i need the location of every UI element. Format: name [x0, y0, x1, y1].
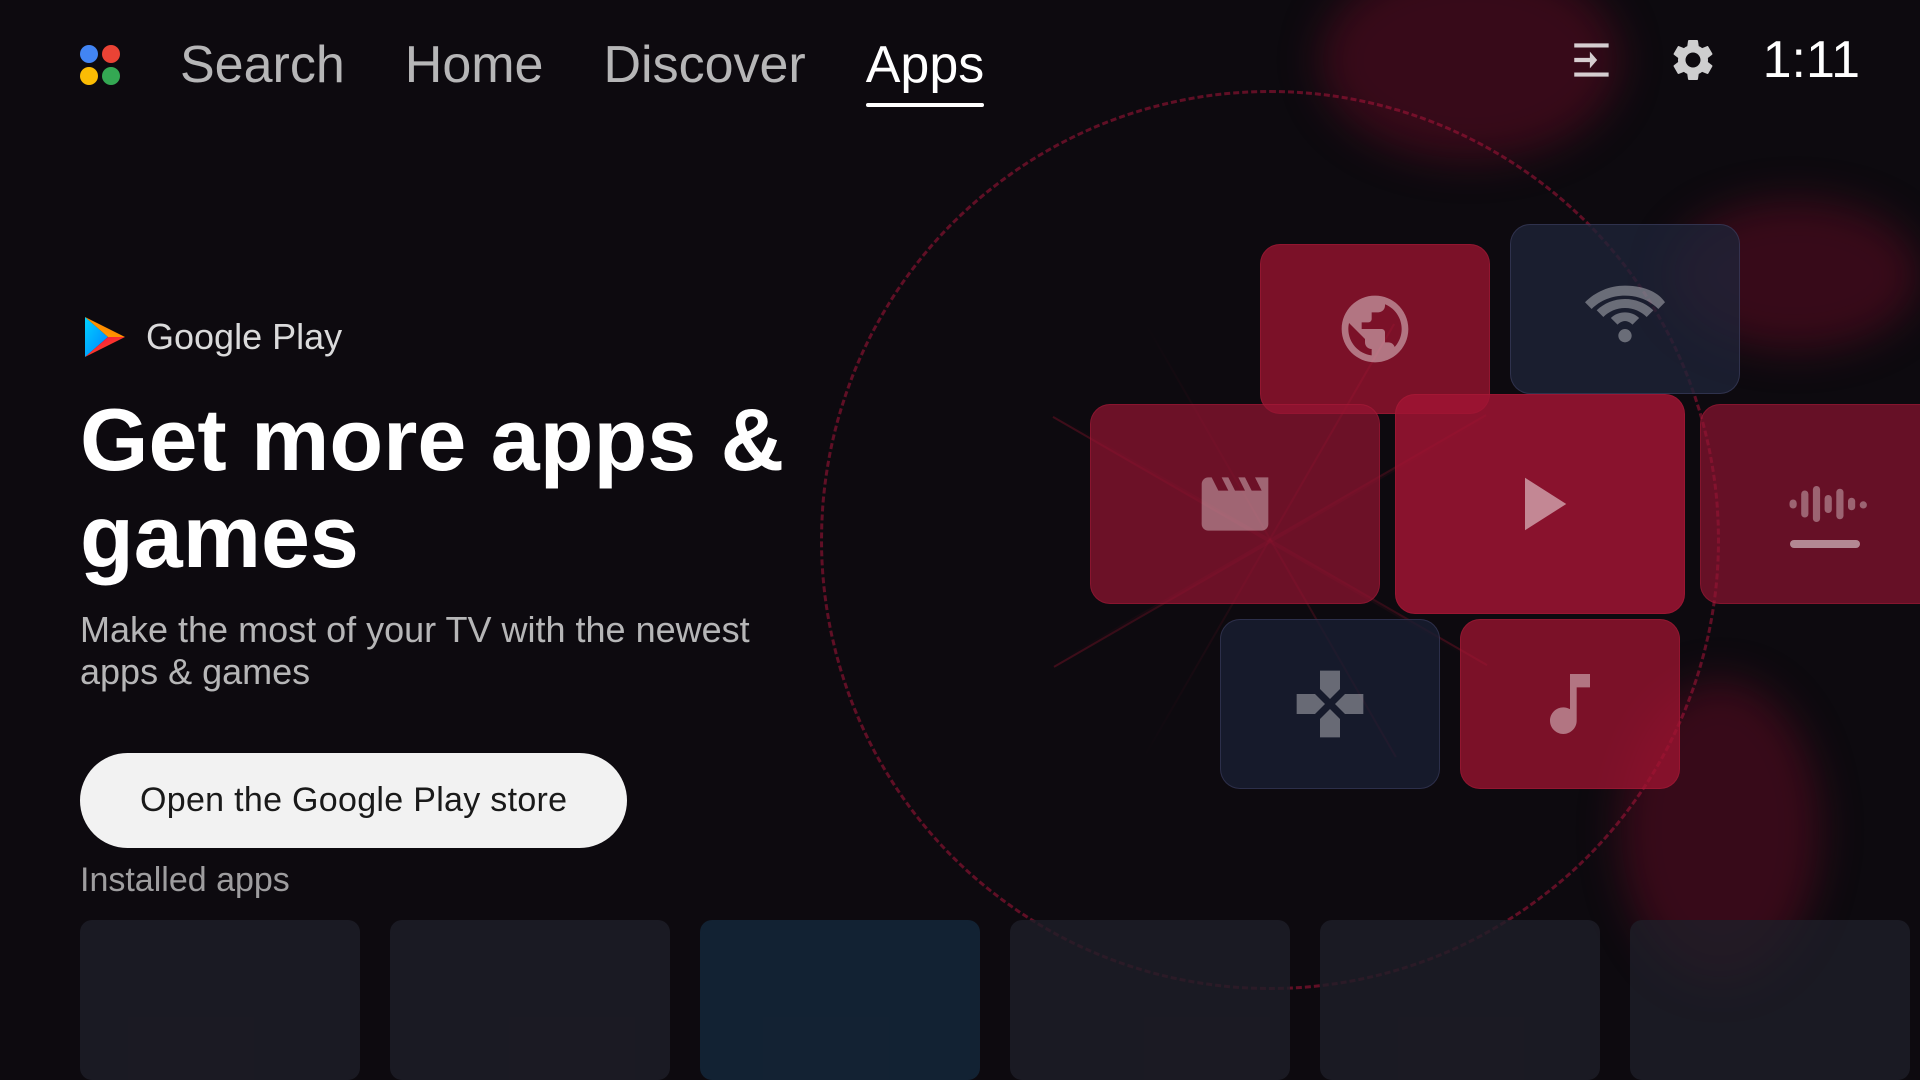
google-play-label: Google Play [146, 316, 342, 358]
installed-apps-row [80, 920, 1840, 1080]
open-play-store-button[interactable]: Open the Google Play store [80, 753, 627, 848]
nav-apps[interactable]: Apps [866, 35, 985, 95]
nav-search[interactable]: Search [180, 35, 345, 95]
main-subheadline: Make the most of your TV with the newest… [80, 609, 780, 693]
app-thumb-4[interactable] [1010, 920, 1290, 1080]
app-thumb-5[interactable] [1320, 920, 1600, 1080]
app-thumb-1[interactable] [80, 920, 360, 1080]
top-right-controls: 1:11 [1563, 30, 1860, 90]
input-source-button[interactable] [1563, 30, 1623, 90]
installed-apps-title: Installed apps [80, 861, 1840, 900]
main-headline: Get more apps & games [80, 392, 860, 586]
installed-apps-section: Installed apps [0, 861, 1920, 1080]
settings-button[interactable] [1663, 30, 1723, 90]
app-thumb-3[interactable] [700, 920, 980, 1080]
nav-home[interactable]: Home [405, 35, 544, 95]
clock: 1:11 [1763, 30, 1860, 90]
app-thumb-2[interactable] [390, 920, 670, 1080]
google-logo [80, 45, 120, 85]
google-play-badge: Google Play [80, 312, 1920, 362]
scroll-indicator [1790, 540, 1860, 548]
app-thumb-6[interactable] [1630, 920, 1910, 1080]
nav-discover[interactable]: Discover [603, 35, 805, 95]
